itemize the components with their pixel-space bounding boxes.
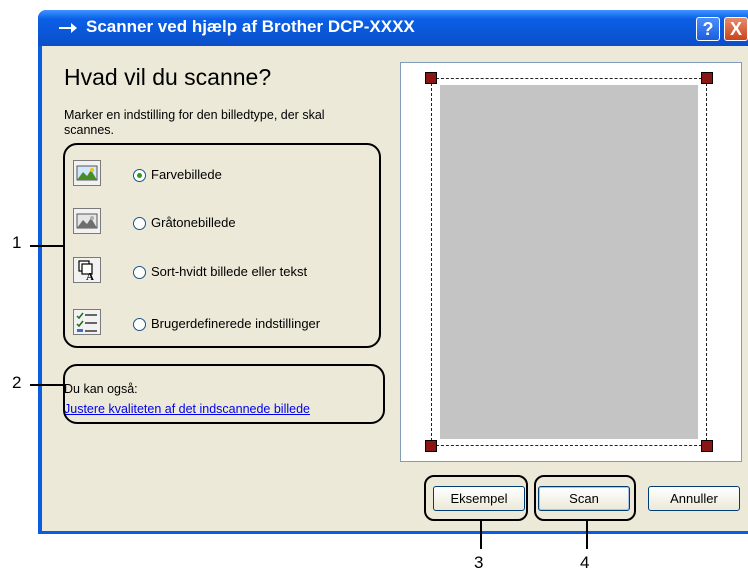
crop-handle-top-right[interactable] bbox=[701, 72, 713, 84]
callout-leader-1 bbox=[30, 245, 64, 247]
crop-handle-bottom-right[interactable] bbox=[701, 440, 713, 452]
title-bar[interactable]: Scanner ved hjælp af Brother DCP-XXXX ? … bbox=[38, 10, 748, 46]
window-title: Scanner ved hjælp af Brother DCP-XXXX bbox=[86, 17, 415, 36]
crop-frame[interactable] bbox=[431, 78, 707, 446]
page-title: Hvad vil du scanne? bbox=[64, 64, 272, 90]
scan-preview-area[interactable] bbox=[400, 62, 742, 462]
cancel-button[interactable]: Annuller bbox=[648, 486, 740, 511]
callout-number-4: 4 bbox=[580, 553, 590, 572]
close-button[interactable]: X bbox=[724, 17, 748, 41]
help-button[interactable]: ? bbox=[696, 17, 720, 41]
instruction-text: Marker en indstilling for den billedtype… bbox=[64, 108, 325, 137]
callout-box-3 bbox=[424, 475, 528, 521]
callout-leader-4 bbox=[586, 521, 588, 549]
scanner-arrow-icon bbox=[59, 23, 77, 33]
scan-area-fill bbox=[440, 85, 698, 439]
callout-box-1 bbox=[63, 143, 381, 348]
callout-number-1: 1 bbox=[12, 233, 22, 252]
callout-box-4 bbox=[534, 475, 636, 521]
callout-leader-3 bbox=[480, 521, 482, 549]
callout-number-3: 3 bbox=[474, 553, 484, 572]
callout-leader-2 bbox=[30, 384, 64, 386]
crop-handle-bottom-left[interactable] bbox=[425, 440, 437, 452]
crop-handle-top-left[interactable] bbox=[425, 72, 437, 84]
callout-box-2 bbox=[63, 364, 385, 424]
callout-number-2: 2 bbox=[12, 373, 22, 392]
